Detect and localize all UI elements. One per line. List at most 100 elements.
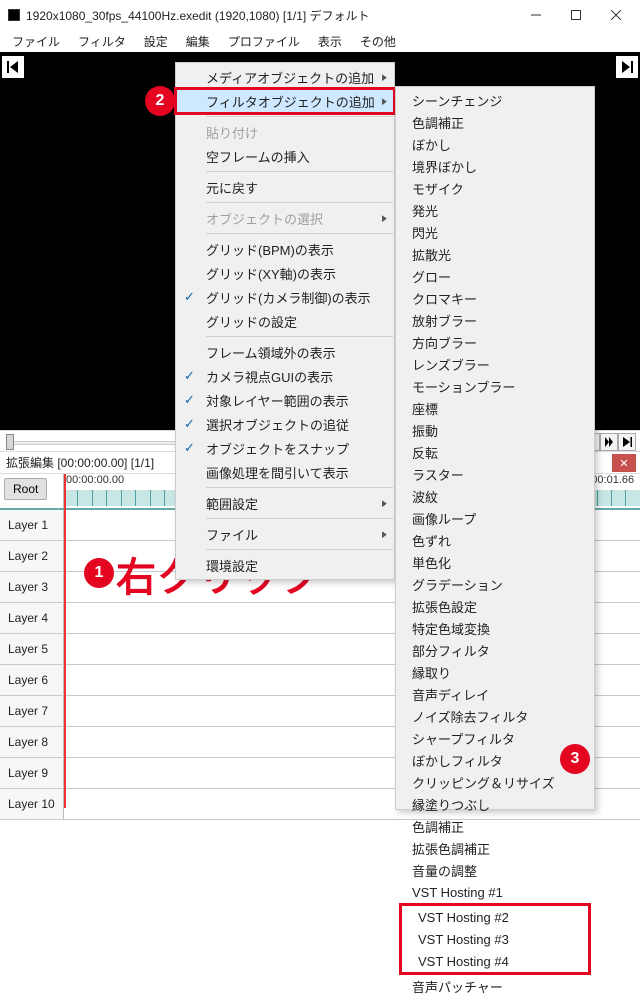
context-menu-item[interactable]: フレーム領域外の表示 (176, 340, 394, 364)
submenu-item[interactable]: クロマキー (396, 287, 594, 309)
layer-label[interactable]: Layer 10 (0, 789, 64, 819)
context-menu-item[interactable]: 環境設定 (176, 553, 394, 577)
submenu-item[interactable]: 拡張色調補正 (396, 837, 594, 859)
context-menu-item[interactable]: ✓対象レイヤー範囲の表示 (176, 388, 394, 412)
layer-label[interactable]: Layer 9 (0, 758, 64, 788)
submenu-item[interactable]: 振動 (396, 419, 594, 441)
timecode: 00:00:00.00 (66, 474, 124, 486)
submenu-item[interactable]: 音声ディレイ (396, 683, 594, 705)
submenu-item[interactable]: 色ずれ (396, 529, 594, 551)
submenu-item[interactable]: 色調補正 (396, 111, 594, 133)
context-menu-item[interactable]: ✓選択オブジェクトの追従 (176, 412, 394, 436)
menu-settings[interactable]: 設定 (136, 31, 176, 52)
seek-next-button[interactable] (600, 433, 618, 451)
submenu-item[interactable]: シャープフィルタ (396, 727, 594, 749)
maximize-button[interactable] (556, 0, 596, 30)
submenu-item[interactable]: 特定色域変換 (396, 617, 594, 639)
end-arrow-icon[interactable] (616, 56, 638, 78)
layer-label[interactable]: Layer 4 (0, 603, 64, 633)
submenu-item[interactable]: VST Hosting #1 (396, 881, 594, 903)
layer-label[interactable]: Layer 3 (0, 572, 64, 602)
context-menu-item: 貼り付け (176, 120, 394, 144)
check-icon: ✓ (184, 440, 195, 456)
menu-filter[interactable]: フィルタ (70, 31, 134, 52)
submenu-item[interactable]: 画像ループ (396, 507, 594, 529)
submenu-item[interactable]: 音声パッチャー (396, 975, 594, 997)
submenu-item[interactable]: 放射ブラー (396, 309, 594, 331)
menu-item-label: 元に戻す (206, 178, 258, 197)
submenu-item[interactable]: ノイズ除去フィルタ (396, 705, 594, 727)
playhead[interactable] (64, 474, 66, 808)
submenu-item[interactable]: シーンチェンジ (396, 89, 594, 111)
context-menu-item[interactable]: ✓グリッド(カメラ制御)の表示 (176, 285, 394, 309)
context-menu-item[interactable]: フィルタオブジェクトの追加 (176, 89, 394, 113)
submenu-item[interactable]: モザイク (396, 177, 594, 199)
menu-profile[interactable]: プロファイル (220, 31, 308, 52)
submenu-item[interactable]: 反転 (396, 441, 594, 463)
submenu-item[interactable]: 閃光 (396, 221, 594, 243)
root-button[interactable]: Root (4, 478, 47, 500)
submenu-item[interactable]: 発光 (396, 199, 594, 221)
submenu-item[interactable]: 方向ブラー (396, 331, 594, 353)
start-arrow-icon[interactable] (2, 56, 24, 78)
submenu-item[interactable]: モーションブラー (396, 375, 594, 397)
check-icon: ✓ (184, 416, 195, 432)
submenu-item[interactable]: VST Hosting #4 (402, 950, 588, 972)
context-menu-item[interactable]: 範囲設定 (176, 491, 394, 515)
submenu-item[interactable]: レンズブラー (396, 353, 594, 375)
app-icon (8, 9, 20, 21)
submenu-item[interactable]: 拡張色設定 (396, 595, 594, 617)
submenu-item[interactable]: 波紋 (396, 485, 594, 507)
layer-label[interactable]: Layer 1 (0, 510, 64, 540)
context-menu-item[interactable]: メディアオブジェクトの追加 (176, 65, 394, 89)
context-menu-item[interactable]: ファイル (176, 522, 394, 546)
submenu-item[interactable]: グラデーション (396, 573, 594, 595)
submenu-item[interactable]: 色調補正 (396, 815, 594, 837)
layer-label[interactable]: Layer 5 (0, 634, 64, 664)
submenu-item[interactable]: 部分フィルタ (396, 639, 594, 661)
submenu-item[interactable]: ぼかし (396, 133, 594, 155)
menu-edit[interactable]: 編集 (178, 31, 218, 52)
menu-view[interactable]: 表示 (310, 31, 350, 52)
submenu-item[interactable]: 境界ぼかし (396, 155, 594, 177)
submenu-item[interactable]: 縁塗りつぶし (396, 793, 594, 815)
context-menu-item[interactable]: 元に戻す (176, 175, 394, 199)
context-menu-item[interactable]: ✓カメラ視点GUIの表示 (176, 364, 394, 388)
submenu-item[interactable]: 座標 (396, 397, 594, 419)
context-menu-separator (206, 549, 393, 550)
menubar: ファイル フィルタ 設定 編集 プロファイル 表示 その他 (0, 30, 640, 52)
menu-other[interactable]: その他 (352, 31, 404, 52)
menu-file[interactable]: ファイル (4, 31, 68, 52)
submenu-item[interactable]: 音量の調整 (396, 859, 594, 881)
submenu-item[interactable]: 縁取り (396, 661, 594, 683)
context-menu-item[interactable]: 画像処理を間引いて表示 (176, 460, 394, 484)
timeline-header-text: 拡張編集 [00:00:00.00] [1/1] (6, 454, 154, 471)
submenu-item[interactable]: クリッピング＆リサイズ (396, 771, 594, 793)
annotation-badge-2: 2 (145, 86, 175, 116)
seek-handle[interactable] (6, 434, 14, 450)
layer-label[interactable]: Layer 7 (0, 696, 64, 726)
context-submenu-filter-object[interactable]: シーンチェンジ色調補正ぼかし境界ぼかしモザイク発光閃光拡散光グロークロマキー放射… (395, 86, 595, 810)
close-button[interactable] (596, 0, 636, 30)
layer-label[interactable]: Layer 2 (0, 541, 64, 571)
submenu-item[interactable]: グロー (396, 265, 594, 287)
context-menu-separator (206, 116, 393, 117)
menu-item-label: フレーム領域外の表示 (206, 343, 336, 362)
submenu-item[interactable]: ラスター (396, 463, 594, 485)
submenu-item[interactable]: VST Hosting #3 (402, 928, 588, 950)
check-icon: ✓ (184, 368, 195, 384)
context-menu[interactable]: メディアオブジェクトの追加フィルタオブジェクトの追加貼り付け空フレームの挿入元に… (175, 62, 395, 580)
seek-end-button[interactable] (618, 433, 636, 451)
context-menu-item[interactable]: グリッド(XY軸)の表示 (176, 261, 394, 285)
context-menu-item[interactable]: グリッド(BPM)の表示 (176, 237, 394, 261)
submenu-item[interactable]: 単色化 (396, 551, 594, 573)
context-menu-item[interactable]: 空フレームの挿入 (176, 144, 394, 168)
timeline-close-button[interactable]: ✕ (612, 454, 636, 472)
submenu-item[interactable]: 拡散光 (396, 243, 594, 265)
context-menu-item[interactable]: グリッドの設定 (176, 309, 394, 333)
minimize-button[interactable] (516, 0, 556, 30)
context-menu-item[interactable]: ✓オブジェクトをスナップ (176, 436, 394, 460)
layer-label[interactable]: Layer 8 (0, 727, 64, 757)
submenu-item[interactable]: VST Hosting #2 (402, 906, 588, 928)
layer-label[interactable]: Layer 6 (0, 665, 64, 695)
